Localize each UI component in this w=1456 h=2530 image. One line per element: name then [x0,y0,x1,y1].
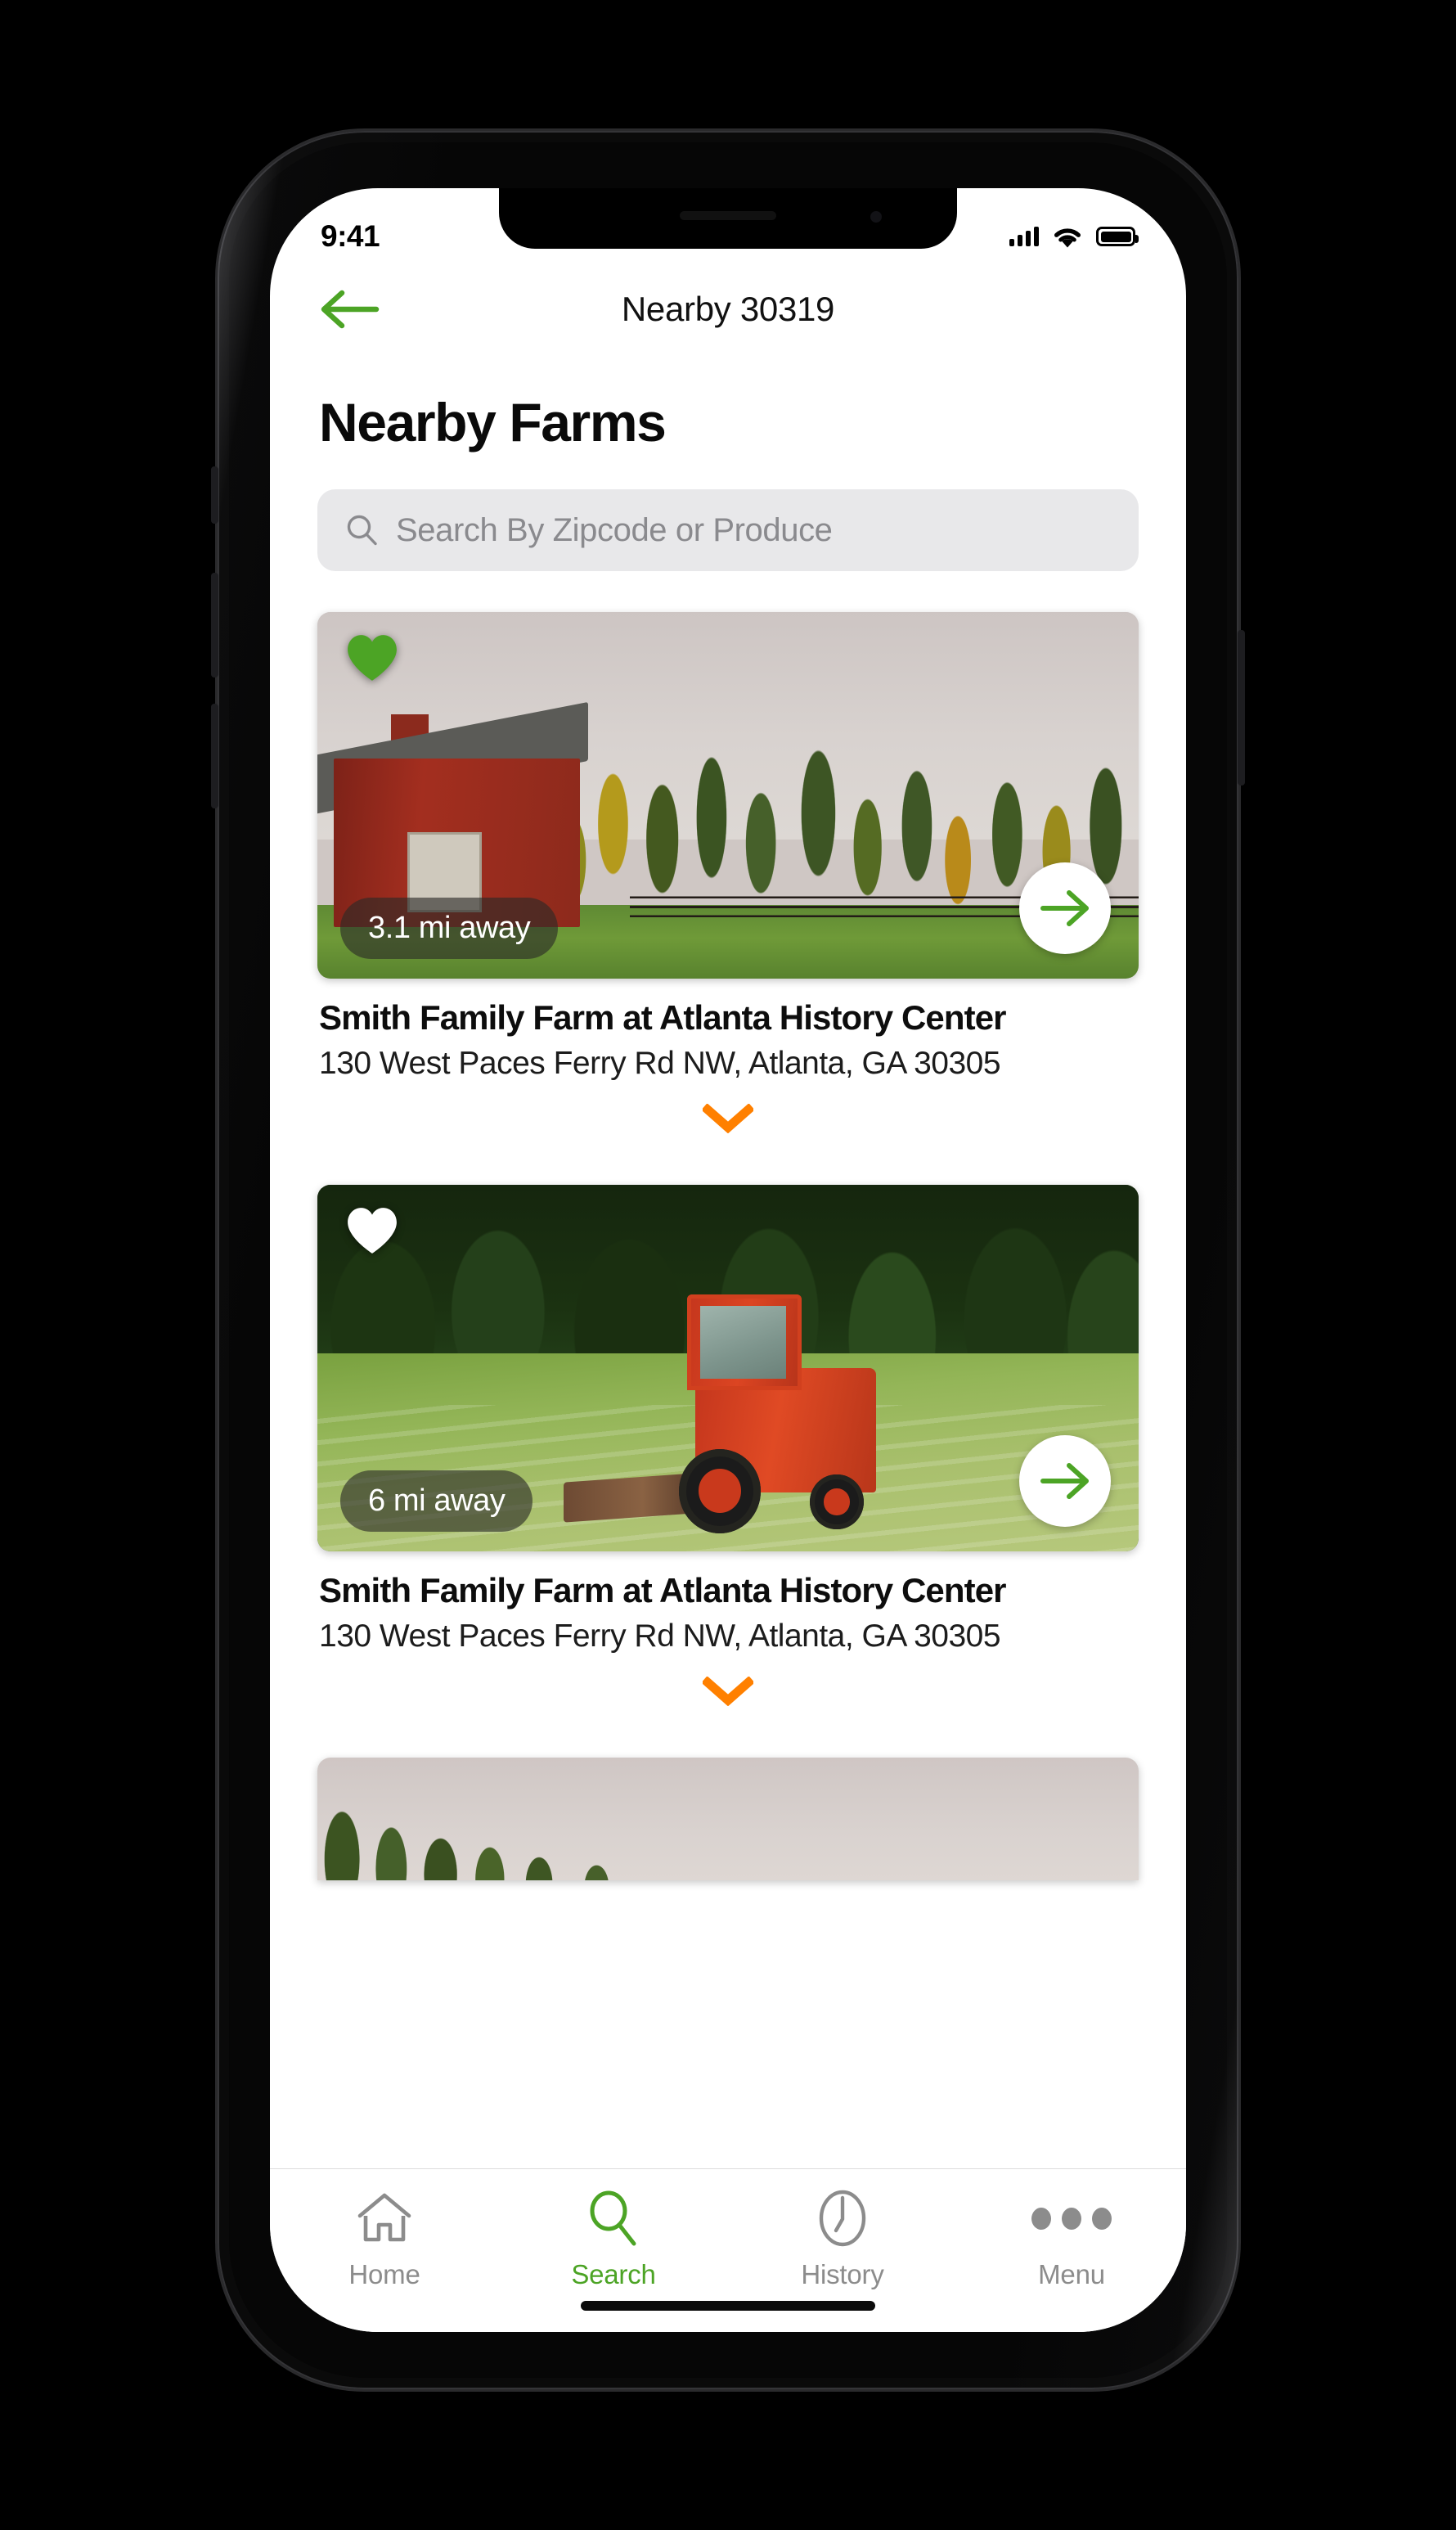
home-indicator[interactable] [581,2301,875,2311]
tab-menu[interactable]: Menu [957,2187,1186,2290]
battery-full-icon [1096,227,1139,246]
arrow-left-icon [321,290,380,329]
farm-image[interactable]: 3.1 mi away [317,612,1139,979]
farm-name: Smith Family Farm at Atlanta History Cen… [319,998,1007,1037]
search-icon [347,515,377,546]
overcast-sky-treeline-photo [317,1758,1139,1880]
farm-address: 130 West Paces Ferry Rd NW, Atlanta, GA … [319,1618,1001,1654]
distance-badge: 6 mi away [340,1470,533,1532]
status-time: 9:41 [321,219,380,253]
expand-farm-details-button[interactable] [317,1666,1139,1717]
silent-switch[interactable] [211,466,218,524]
page-title: Nearby Farms [319,392,667,452]
tab-label: Menu [1038,2259,1105,2289]
arrow-right-icon [1040,890,1089,926]
clock-icon [816,2187,869,2249]
farm-address: 130 West Paces Ferry Rd NW, Atlanta, GA … [319,1046,1001,1081]
home-icon [355,2187,414,2249]
search-input[interactable]: Search By Zipcode or Produce [317,489,1139,571]
tab-search[interactable]: Search [499,2187,728,2290]
signal-bars-icon [1009,227,1039,246]
dots-icon [1031,2187,1112,2249]
farm-card[interactable]: 6 mi away Smith Family Farm at Atlanta H… [317,1185,1139,1717]
search-icon [586,2187,641,2249]
nav-bar: Nearby 30319 [270,267,1186,352]
phone-screen: 9:41 Nearby 30319 Nearby Farms Search By… [270,188,1186,2332]
scroll-content[interactable]: Nearby Farms Search By Zipcode or Produc… [270,352,1186,2168]
expand-farm-details-button[interactable] [317,1093,1139,1144]
tab-home[interactable]: Home [270,2187,499,2290]
arrow-right-icon [1040,1463,1089,1499]
farm-name: Smith Family Farm at Atlanta History Cen… [319,1571,1007,1609]
distance-badge: 3.1 mi away [340,898,559,959]
nav-title: Nearby 30319 [621,290,835,328]
tab-label: Home [348,2259,420,2289]
back-button[interactable] [317,280,393,339]
farm-image[interactable] [317,1758,1139,1880]
chevron-down-icon [703,1104,753,1133]
farm-card[interactable] [317,1758,1139,1880]
farm-image[interactable]: 6 mi away [317,1185,1139,1551]
tab-history[interactable]: History [728,2187,957,2290]
tab-label: Search [571,2259,656,2289]
status-bar: 9:41 [270,188,1186,267]
view-farm-button[interactable] [1019,1435,1111,1527]
tab-label: History [801,2259,884,2289]
search-placeholder: Search By Zipcode or Produce [396,511,833,548]
wifi-icon [1054,227,1081,247]
volume-down-button[interactable] [211,704,218,808]
farm-card[interactable]: 3.1 mi away Smith Family Farm at Atlanta… [317,612,1139,1144]
view-farm-button[interactable] [1019,862,1111,954]
volume-up-button[interactable] [211,573,218,678]
heart-outline-icon[interactable] [345,1206,399,1255]
status-indicators [1009,225,1139,249]
power-button[interactable] [1238,630,1245,786]
heart-filled-icon[interactable] [345,633,399,682]
screenshot-canvas: 9:41 Nearby 30319 Nearby Farms Search By… [0,0,1456,2530]
chevron-down-icon [703,1677,753,1706]
